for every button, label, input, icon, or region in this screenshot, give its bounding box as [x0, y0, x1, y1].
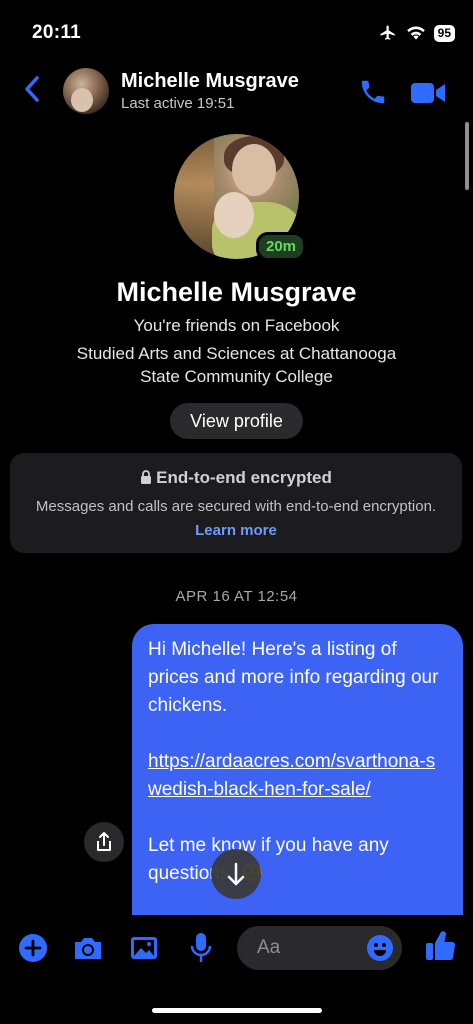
status-time: 20:11 [32, 22, 82, 43]
thumbs-up-icon[interactable] [424, 929, 456, 963]
avatar[interactable] [63, 68, 109, 114]
message-text: Hi Michelle! Here's a listing of prices … [148, 639, 439, 716]
image-icon[interactable] [129, 934, 159, 962]
education-line-1: Studied Arts and Sciences at Chattanooga [76, 344, 397, 363]
status-bar: 20:11 95 [0, 0, 473, 60]
sent-message-bubble[interactable]: Hi Michelle! Here's a listing of prices … [132, 624, 463, 924]
message-text-2: Let me know if you have any questions. 🙂 [148, 835, 389, 884]
emoji-icon[interactable] [366, 934, 394, 962]
encryption-text: Messages and calls are secured with end-… [35, 498, 437, 515]
camera-icon[interactable] [72, 934, 104, 962]
scrollbar[interactable] [465, 122, 469, 190]
share-icon [97, 832, 111, 851]
message-input-placeholder: Aa [257, 937, 281, 958]
home-indicator [152, 1008, 322, 1013]
encryption-body: Messages and calls are secured with end-… [30, 495, 442, 543]
microphone-icon[interactable] [189, 931, 213, 965]
battery-icon: 95 [433, 24, 455, 42]
conversation-header: Michelle Musgrave Last active 19:51 [0, 60, 473, 122]
message-link[interactable]: https://ardaacres.com/svarthona-swedish-… [148, 751, 435, 800]
message-input[interactable]: Aa [237, 926, 402, 970]
video-camera-icon[interactable] [410, 80, 446, 106]
wifi-icon [406, 26, 425, 40]
education-line-2: State Community College [140, 367, 333, 386]
arrow-down-icon [227, 862, 245, 886]
encryption-notice: End-to-end encrypted Messages and calls … [10, 453, 462, 553]
share-button[interactable] [84, 822, 124, 862]
scroll-to-bottom-button[interactable] [211, 849, 261, 899]
phone-icon[interactable] [358, 77, 388, 107]
active-time-badge: 20m [256, 232, 307, 261]
encryption-title-row: End-to-end encrypted [10, 468, 462, 488]
contact-name[interactable]: Michelle Musgrave [121, 70, 299, 93]
last-active-status: Last active 19:51 [121, 95, 235, 112]
learn-more-link[interactable]: Learn more [195, 522, 277, 539]
lock-icon [141, 470, 152, 484]
status-icons: 95 [378, 24, 455, 42]
encryption-title: End-to-end encrypted [156, 468, 332, 487]
date-divider: APR 16 AT 12:54 [175, 588, 298, 605]
plus-circle-icon[interactable] [18, 933, 48, 963]
view-profile-button[interactable]: View profile [170, 403, 303, 439]
friends-status: You're friends on Facebook [133, 316, 340, 335]
airplane-icon [380, 25, 395, 40]
chevron-left-icon[interactable] [20, 74, 44, 104]
profile-name: Michelle Musgrave [116, 277, 357, 307]
